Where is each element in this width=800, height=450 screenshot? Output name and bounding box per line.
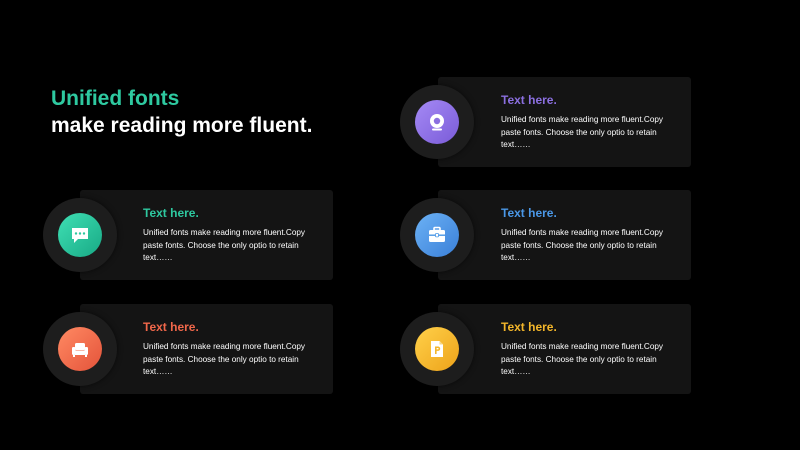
icon-ring — [400, 312, 474, 386]
title-main-line: make reading more fluent. — [51, 114, 313, 137]
webcam-icon — [430, 114, 444, 131]
card-heading: Text here. — [143, 320, 199, 334]
slide: Unified fonts make reading more fluent. … — [0, 0, 800, 450]
card-body-text: Unified fonts make reading more fluent.C… — [143, 342, 306, 376]
card-body-text: Unified fonts make reading more fluent.C… — [501, 342, 664, 376]
card-heading: Text here. — [501, 93, 557, 107]
chat-bubble-icon — [72, 228, 88, 243]
title-block: Unified fonts make reading more fluent. — [51, 86, 312, 140]
card-heading: Text here. — [143, 206, 199, 220]
document-icon — [431, 341, 443, 357]
sofa-icon — [72, 343, 88, 357]
card-body-text: Unified fonts make reading more fluent.C… — [501, 115, 664, 149]
icon-badge — [58, 327, 102, 371]
briefcase-icon — [429, 226, 445, 242]
icon-ring — [400, 198, 474, 272]
icon-ring — [43, 312, 117, 386]
card-heading: Text here. — [501, 206, 557, 220]
card-chat: Text here. Unified fonts make reading mo… — [80, 190, 333, 280]
card-sofa: Text here. Unified fonts make reading mo… — [80, 304, 333, 394]
card-webcam: Text here. Unified fonts make reading mo… — [438, 77, 691, 167]
card-body-text: Unified fonts make reading more fluent.C… — [143, 228, 306, 262]
card-briefcase: Text here. Unified fonts make reading mo… — [438, 190, 691, 280]
icon-badge — [415, 213, 459, 257]
title-accent-line: Unified fonts — [51, 87, 180, 110]
icon-ring — [43, 198, 117, 272]
icon-badge — [415, 327, 459, 371]
card-heading: Text here. — [501, 320, 557, 334]
icon-badge — [415, 100, 459, 144]
card-body-text: Unified fonts make reading more fluent.C… — [501, 228, 664, 262]
icon-badge — [58, 213, 102, 257]
icon-ring — [400, 85, 474, 159]
card-document: Text here. Unified fonts make reading mo… — [438, 304, 691, 394]
